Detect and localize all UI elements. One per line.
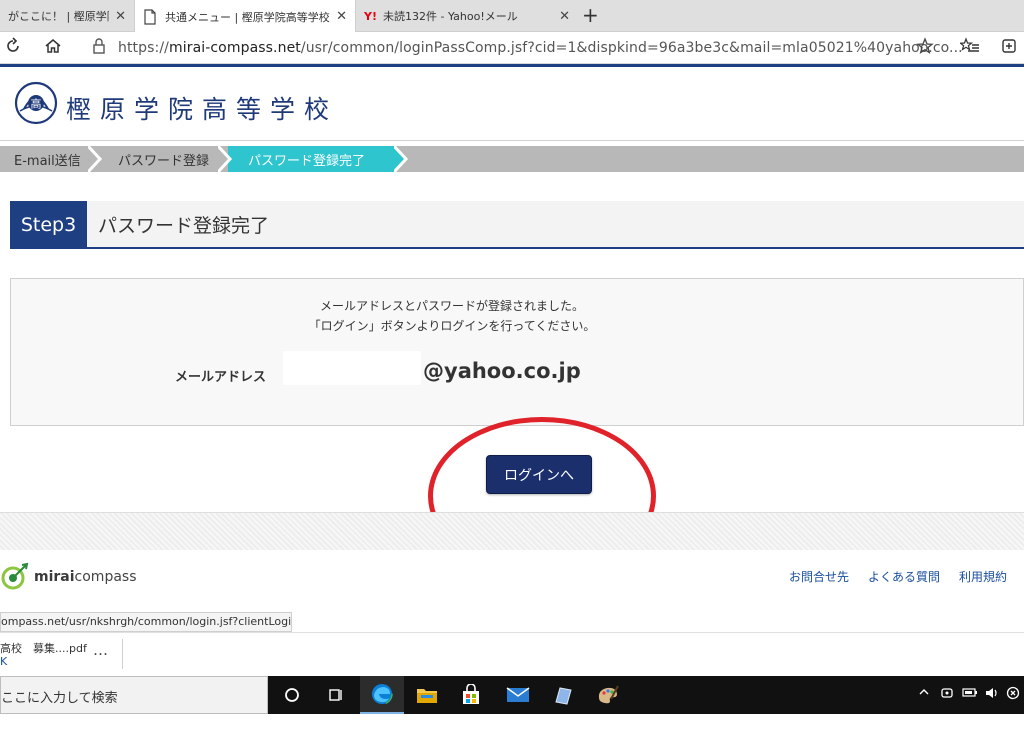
- tab-title: がここに！ | 樫原学院高: [8, 10, 109, 23]
- more-options-icon[interactable]: …: [93, 641, 108, 659]
- browser-tab-1[interactable]: がここに！ | 樫原学院高 ✕: [0, 0, 134, 32]
- browser-tab-3[interactable]: Y! 未読132件 - Yahoo!メール ✕: [356, 0, 578, 32]
- login-button[interactable]: ログインへ: [486, 455, 592, 494]
- download-file-name[interactable]: 高校 募集....pdf: [0, 640, 87, 656]
- logo-char: 高: [31, 97, 42, 111]
- download-open-link[interactable]: K: [0, 655, 7, 668]
- email-label: メールアドレス: [175, 370, 267, 385]
- windows-taskbar: ここに入力して検索: [0, 676, 1024, 714]
- browser-toolbar: https://mirai-compass.net/usr/common/log…: [0, 32, 1024, 64]
- miraicompass-wordmark: miraicompass: [34, 569, 137, 585]
- volume-icon[interactable]: [984, 686, 1000, 704]
- task-view-icon[interactable]: [314, 676, 358, 714]
- completion-message-line-2: 「ログイン」ボタンよりログインを行ってください。: [308, 319, 596, 333]
- divider: [122, 639, 123, 669]
- edge-browser-icon[interactable]: [360, 676, 404, 714]
- favorites-list-icon[interactable]: [958, 37, 980, 60]
- address-bar[interactable]: https://mirai-compass.net/usr/common/log…: [118, 40, 963, 56]
- refresh-icon[interactable]: [4, 37, 22, 60]
- home-icon[interactable]: [44, 37, 62, 60]
- browser-tab-2[interactable]: 共通メニュー | 樫原学院高等学校 ✕: [134, 0, 356, 33]
- miraicompass-logo[interactable]: miraicompass: [0, 562, 137, 592]
- step-heading: Step3 パスワード登録完了: [10, 201, 1024, 249]
- page-margin: [0, 714, 1024, 756]
- page-icon: [144, 8, 156, 25]
- step-password-complete: パスワード登録完了: [248, 153, 366, 169]
- downloads-bar: 高校 募集....pdf K …: [0, 632, 1024, 676]
- url-host: mirai-compass.net: [168, 40, 301, 56]
- email-value: @yahoo.co.jp: [423, 359, 581, 383]
- lock-icon[interactable]: [92, 37, 106, 60]
- progress-steps: E-mail送信 パスワード登録 パスワード登録完了: [0, 146, 1024, 172]
- url-prefix: https://: [118, 40, 169, 56]
- chevron-right-icon: [88, 146, 103, 172]
- completion-panel: メールアドレスとパスワードが登録されました。 「ログイン」ボタンよりログインを行…: [10, 278, 1024, 426]
- compass-icon: [1, 562, 29, 590]
- footer-link-terms[interactable]: 利用規約: [959, 568, 1007, 585]
- site-header: 高 樫原学院高等学校: [0, 67, 1024, 141]
- app-icon[interactable]: [541, 676, 585, 714]
- meet-now-icon[interactable]: [940, 686, 954, 704]
- chevron-right-icon: [394, 146, 409, 172]
- taskbar-search-box[interactable]: ここに入力して検索: [0, 676, 268, 714]
- page-title: パスワード登録完了: [98, 215, 270, 237]
- paint-icon[interactable]: [586, 676, 630, 714]
- close-icon[interactable]: ✕: [115, 9, 126, 24]
- close-icon[interactable]: ✕: [336, 9, 347, 24]
- mail-icon[interactable]: [496, 676, 540, 714]
- cortana-icon[interactable]: [270, 676, 314, 714]
- step-badge: Step3: [10, 201, 87, 249]
- school-logo[interactable]: 高: [14, 81, 58, 125]
- tab-title: 共通メニュー | 樫原学院高等学校: [165, 10, 330, 24]
- close-icon[interactable]: ✕: [559, 9, 570, 24]
- url-path: /usr/common/loginPassComp.jsf?cid=1&disp…: [300, 40, 963, 56]
- footer-link-faq[interactable]: よくある質問: [868, 568, 940, 585]
- browser-tab-strip: がここに！ | 樫原学院高 ✕ 共通メニュー | 樫原学院高等学校 ✕ Y! 未…: [0, 0, 1024, 33]
- wordmark-bold: mirai: [34, 569, 75, 585]
- email-redacted-area: [283, 351, 421, 385]
- step-password-register: パスワード登録: [118, 153, 210, 169]
- collections-icon[interactable]: [1000, 37, 1018, 60]
- notification-icon[interactable]: [1006, 686, 1020, 704]
- step-email-sent: E-mail送信: [14, 153, 81, 169]
- tab-title: 未読132件 - Yahoo!メール: [382, 10, 518, 23]
- store-icon[interactable]: [449, 676, 493, 714]
- yahoo-icon: Y!: [364, 9, 377, 23]
- footer-link-contact[interactable]: お問合せ先: [789, 568, 849, 585]
- school-name: 樫原学院高等学校: [66, 95, 339, 124]
- chevron-right-icon: [218, 146, 233, 172]
- file-explorer-icon[interactable]: [405, 676, 449, 714]
- completion-message-line-1: メールアドレスとパスワードが登録されました。: [319, 299, 584, 313]
- wordmark-light: compass: [74, 569, 137, 585]
- favorite-star-icon[interactable]: [916, 37, 934, 60]
- status-bar-url: ompass.net/usr/nkshrgh/common/login.jsf?…: [0, 612, 292, 632]
- new-tab-button[interactable]: +: [582, 4, 599, 26]
- battery-icon[interactable]: [962, 686, 978, 702]
- footer-band: [0, 512, 1024, 550]
- chevron-up-icon[interactable]: [918, 686, 930, 702]
